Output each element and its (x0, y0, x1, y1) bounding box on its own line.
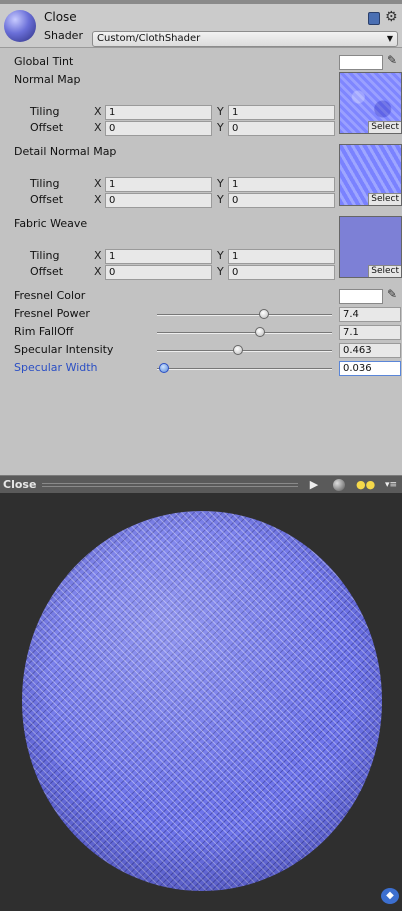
detail-normal-map-tiling-x-field[interactable]: 1 (105, 177, 212, 192)
fresnel-power-field[interactable]: 7.4 (339, 307, 401, 322)
normal-map-offset-x-axis: X (94, 121, 102, 134)
preview-sphere (22, 511, 382, 891)
rim-falloff-slider-thumb[interactable] (255, 327, 266, 337)
specular-intensity-field[interactable]: 0.463 (339, 343, 401, 358)
detail-normal-map-tiling-x-axis: X (94, 177, 102, 190)
eyedropper-icon[interactable]: ✎ (387, 53, 397, 67)
rim-falloff-label: Rim FallOff (14, 325, 74, 338)
specular-width-slider-thumb[interactable] (159, 363, 169, 373)
material-thumbnail (4, 10, 36, 42)
rim-falloff-field[interactable]: 7.1 (339, 325, 401, 340)
fabric-weave-tiling-x-field[interactable]: 1 (105, 249, 212, 264)
asset-label-icon[interactable]: ◆ (381, 888, 399, 904)
chevron-down-icon: ▼ (386, 34, 393, 43)
shader-dropdown[interactable]: Custom/ClothShader ▼ (92, 31, 398, 47)
normal-map-select-button[interactable]: Select (368, 121, 401, 133)
detail-normal-map-tiling-y-axis: Y (217, 177, 224, 190)
fabric-weave-offset-y-axis: Y (217, 265, 224, 278)
normal-map-tiling-x-field[interactable]: 1 (105, 105, 212, 120)
normal-map-tiling-y-field[interactable]: 1 (228, 105, 335, 120)
detail-normal-map-select-button[interactable]: Select (368, 193, 401, 205)
specular-intensity-slider[interactable] (157, 350, 332, 352)
detail-normal-map-offset-x-axis: X (94, 193, 102, 206)
detail-normal-map-offset-label: Offset (30, 193, 64, 206)
global-tint-label: Global Tint (14, 55, 74, 68)
help-book-icon[interactable] (368, 12, 380, 25)
specular-intensity-slider-thumb[interactable] (232, 345, 243, 355)
preview-menu-icon[interactable]: ▾≡ (382, 477, 400, 493)
preview-sphere-icon[interactable] (333, 479, 345, 491)
fabric-weave-tiling-x-axis: X (94, 249, 102, 262)
fresnel-power-slider[interactable] (157, 314, 332, 316)
normal-map-tiling-x-axis: X (94, 105, 102, 118)
gear-icon[interactable]: ⚙ (385, 9, 398, 25)
normal-map-offset-x-field[interactable]: 0 (105, 121, 212, 136)
fabric-weave-offset-x-axis: X (94, 265, 102, 278)
play-icon[interactable]: ▶ (304, 477, 324, 493)
normal-map-label: Normal Map (14, 73, 81, 86)
preview-drag-handle[interactable] (42, 483, 298, 487)
preview-toolbar: Close ▶ ●● ▾≡ (0, 475, 402, 493)
fresnel-color-field[interactable] (339, 289, 383, 304)
normal-map-offset-label: Offset (30, 121, 64, 134)
fabric-weave-tiling-y-field[interactable]: 1 (228, 249, 335, 264)
fabric-weave-offset-y-field[interactable]: 0 (228, 265, 335, 280)
fresnel-power-slider-thumb[interactable] (258, 309, 269, 319)
material-header: Close Shader Custom/ClothShader ▼ ⚙ (0, 4, 402, 48)
normal-map-offset-y-field[interactable]: 0 (228, 121, 335, 136)
detail-normal-map-offset-y-field[interactable]: 0 (228, 193, 335, 208)
preview-title: Close (3, 478, 37, 491)
normal-map-tiling-label: Tiling (30, 105, 60, 118)
detail-normal-map-tiling-y-field[interactable]: 1 (228, 177, 335, 192)
material-name: Close (44, 10, 77, 24)
fresnel-color-label: Fresnel Color (14, 289, 86, 302)
detail-normal-map-label: Detail Normal Map (14, 145, 117, 158)
rim-falloff-slider[interactable] (157, 332, 332, 334)
fabric-weave-select-button[interactable]: Select (368, 265, 401, 277)
specular-width-slider[interactable] (157, 368, 332, 370)
normal-map-texture-slot[interactable]: Select (339, 72, 402, 134)
fabric-weave-offset-label: Offset (30, 265, 64, 278)
fabric-weave-label: Fabric Weave (14, 217, 88, 230)
detail-normal-map-texture-slot[interactable]: Select (339, 144, 402, 206)
fabric-weave-offset-x-field[interactable]: 0 (105, 265, 212, 280)
shader-label: Shader (44, 29, 83, 42)
fresnel-power-label: Fresnel Power (14, 307, 90, 320)
shader-dropdown-value: Custom/ClothShader (97, 33, 201, 44)
fabric-weave-tiling-label: Tiling (30, 249, 60, 262)
global-tint-color-field[interactable] (339, 55, 383, 70)
detail-normal-map-tiling-label: Tiling (30, 177, 60, 190)
material-preview-viewport[interactable] (0, 493, 402, 911)
specular-width-label: Specular Width (14, 361, 98, 374)
detail-normal-map-offset-x-field[interactable]: 0 (105, 193, 212, 208)
detail-normal-map-offset-y-axis: Y (217, 193, 224, 206)
specular-intensity-label: Specular Intensity (14, 343, 114, 356)
preview-lights-icon[interactable]: ●● (356, 477, 375, 493)
specular-width-field[interactable]: 0.036 (339, 361, 401, 376)
fabric-weave-tiling-y-axis: Y (217, 249, 224, 262)
fabric-weave-texture-slot[interactable]: Select (339, 216, 402, 278)
normal-map-offset-y-axis: Y (217, 121, 224, 134)
eyedropper-icon[interactable]: ✎ (387, 287, 397, 301)
normal-map-tiling-y-axis: Y (217, 105, 224, 118)
